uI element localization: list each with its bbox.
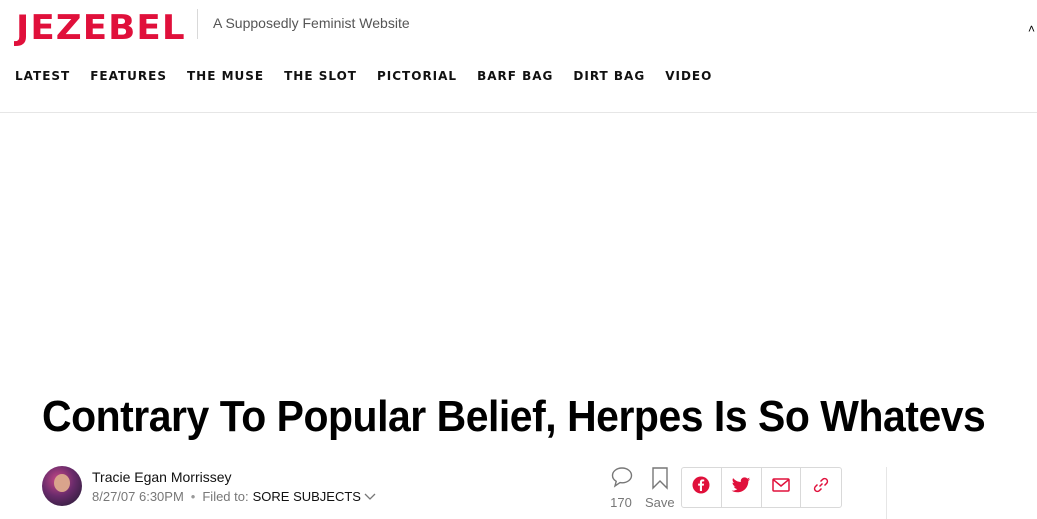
article-meta: 8/27/07 6:30PM • Filed to: SORE SUBJECTS — [92, 489, 376, 504]
nav-item-barf-bag[interactable]: BARF BAG — [477, 69, 553, 83]
nav-item-video[interactable]: VIDEO — [665, 69, 712, 83]
nav-item-dirt-bag[interactable]: DIRT BAG — [573, 69, 645, 83]
site-logo[interactable]: JEZEBEL — [16, 8, 186, 48]
menu-caret-icon[interactable]: ˄ — [1028, 22, 1035, 36]
author-name[interactable]: Tracie Egan Morrissey — [92, 469, 232, 485]
header-divider — [0, 112, 1037, 113]
share-facebook-button[interactable] — [682, 468, 722, 507]
chevron-down-icon[interactable] — [364, 489, 376, 504]
share-email-button[interactable] — [762, 468, 802, 507]
link-icon — [812, 476, 830, 499]
nav-item-pictorial[interactable]: PICTORIAL — [377, 69, 457, 83]
save-button[interactable] — [650, 466, 670, 495]
facebook-icon — [692, 476, 710, 499]
article-timestamp[interactable]: 8/27/07 6:30PM — [92, 489, 184, 504]
article-title: Contrary To Popular Belief, Herpes Is So… — [42, 392, 986, 441]
nav-item-the-slot[interactable]: THE SLOT — [284, 69, 357, 83]
share-twitter-button[interactable] — [722, 468, 762, 507]
bookmark-icon — [650, 467, 670, 494]
comment-bubble-icon — [610, 467, 634, 492]
sidebar-divider — [886, 467, 887, 519]
main-nav: LATEST FEATURES THE MUSE THE SLOT PICTOR… — [15, 69, 732, 83]
logo-divider — [197, 9, 198, 39]
meta-separator: • — [190, 489, 196, 504]
filed-to-label: Filed to: — [202, 489, 249, 504]
save-label[interactable]: Save — [645, 495, 675, 510]
comments-button[interactable] — [609, 466, 635, 493]
share-toolbar — [681, 467, 842, 508]
email-icon — [772, 478, 790, 497]
site-tagline: A Supposedly Feminist Website — [213, 15, 410, 31]
nav-item-latest[interactable]: LATEST — [15, 69, 70, 83]
nav-item-features[interactable]: FEATURES — [90, 69, 167, 83]
author-avatar[interactable] — [42, 466, 82, 506]
share-link-button[interactable] — [801, 468, 841, 507]
comment-count[interactable]: 170 — [606, 495, 636, 510]
nav-item-the-muse[interactable]: THE MUSE — [187, 69, 264, 83]
twitter-icon — [731, 476, 751, 499]
filed-category-link[interactable]: SORE SUBJECTS — [253, 489, 361, 504]
